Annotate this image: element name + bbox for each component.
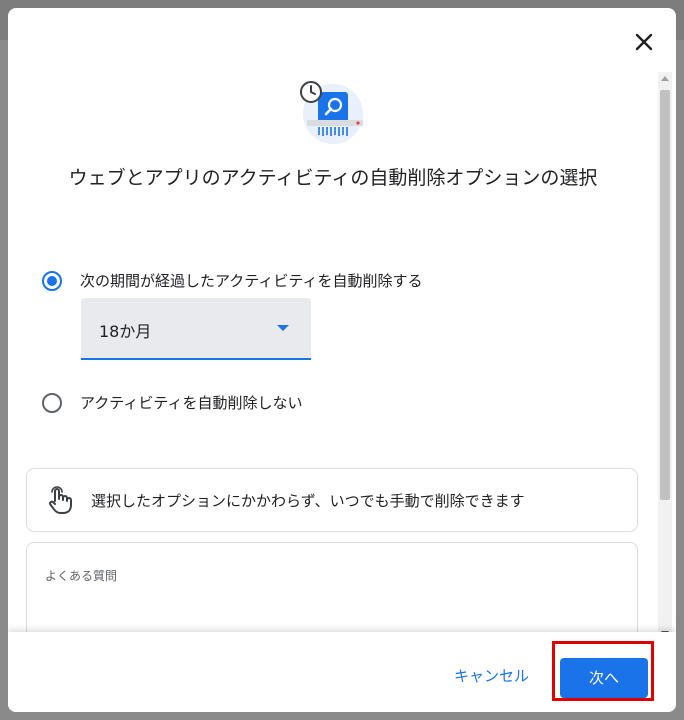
dialog-footer: キャンセル 次へ: [8, 632, 676, 712]
hand-pointer-icon: [49, 486, 72, 514]
cancel-button[interactable]: キャンセル: [454, 658, 529, 694]
period-dropdown-value: 18か月: [99, 322, 152, 341]
scroll-up-arrow-icon[interactable]: [661, 76, 669, 81]
auto-delete-dialog: ウェブとアプリのアクティビティの自動削除オプションの選択 次の期間が経過したアク…: [8, 8, 676, 712]
manual-delete-info-text: 選択したオプションにかかわらず、いつでも手動で削除できます: [91, 491, 525, 510]
radio-no-delete-unchecked[interactable]: [42, 392, 62, 413]
radio-no-delete-label: アクティビティを自動削除しない: [80, 394, 303, 412]
radio-auto-delete-checked[interactable]: [42, 270, 62, 291]
scrollbar-thumb[interactable]: [660, 90, 670, 500]
faq-section: よくある質問 ウェブとアプリのアクティビティとは何ですか？: [26, 542, 638, 640]
dialog-title: ウェブとアプリのアクティビティの自動削除オプションの選択: [68, 167, 598, 189]
dropdown-arrow-icon: [277, 325, 289, 331]
dialog-scroll-area[interactable]: ウェブとアプリのアクティビティの自動削除オプションの選択 次の期間が経過したアク…: [8, 72, 658, 640]
close-icon: [635, 33, 653, 51]
scrollbar[interactable]: [658, 72, 672, 640]
close-button[interactable]: [628, 26, 660, 58]
radio-no-delete[interactable]: アクティビティを自動削除しない: [42, 392, 302, 413]
faq-heading: よくある質問: [45, 569, 118, 583]
radio-auto-delete[interactable]: 次の期間が経過したアクティビティを自動削除する: [42, 270, 422, 291]
radio-auto-delete-label: 次の期間が経過したアクティビティを自動削除する: [80, 272, 423, 290]
period-dropdown[interactable]: 18か月: [81, 298, 311, 360]
manual-delete-info-card: 選択したオプションにかかわらず、いつでも手動で削除できます: [26, 468, 638, 532]
next-button[interactable]: 次へ: [560, 658, 648, 698]
shredder-search-icon: [300, 81, 363, 144]
